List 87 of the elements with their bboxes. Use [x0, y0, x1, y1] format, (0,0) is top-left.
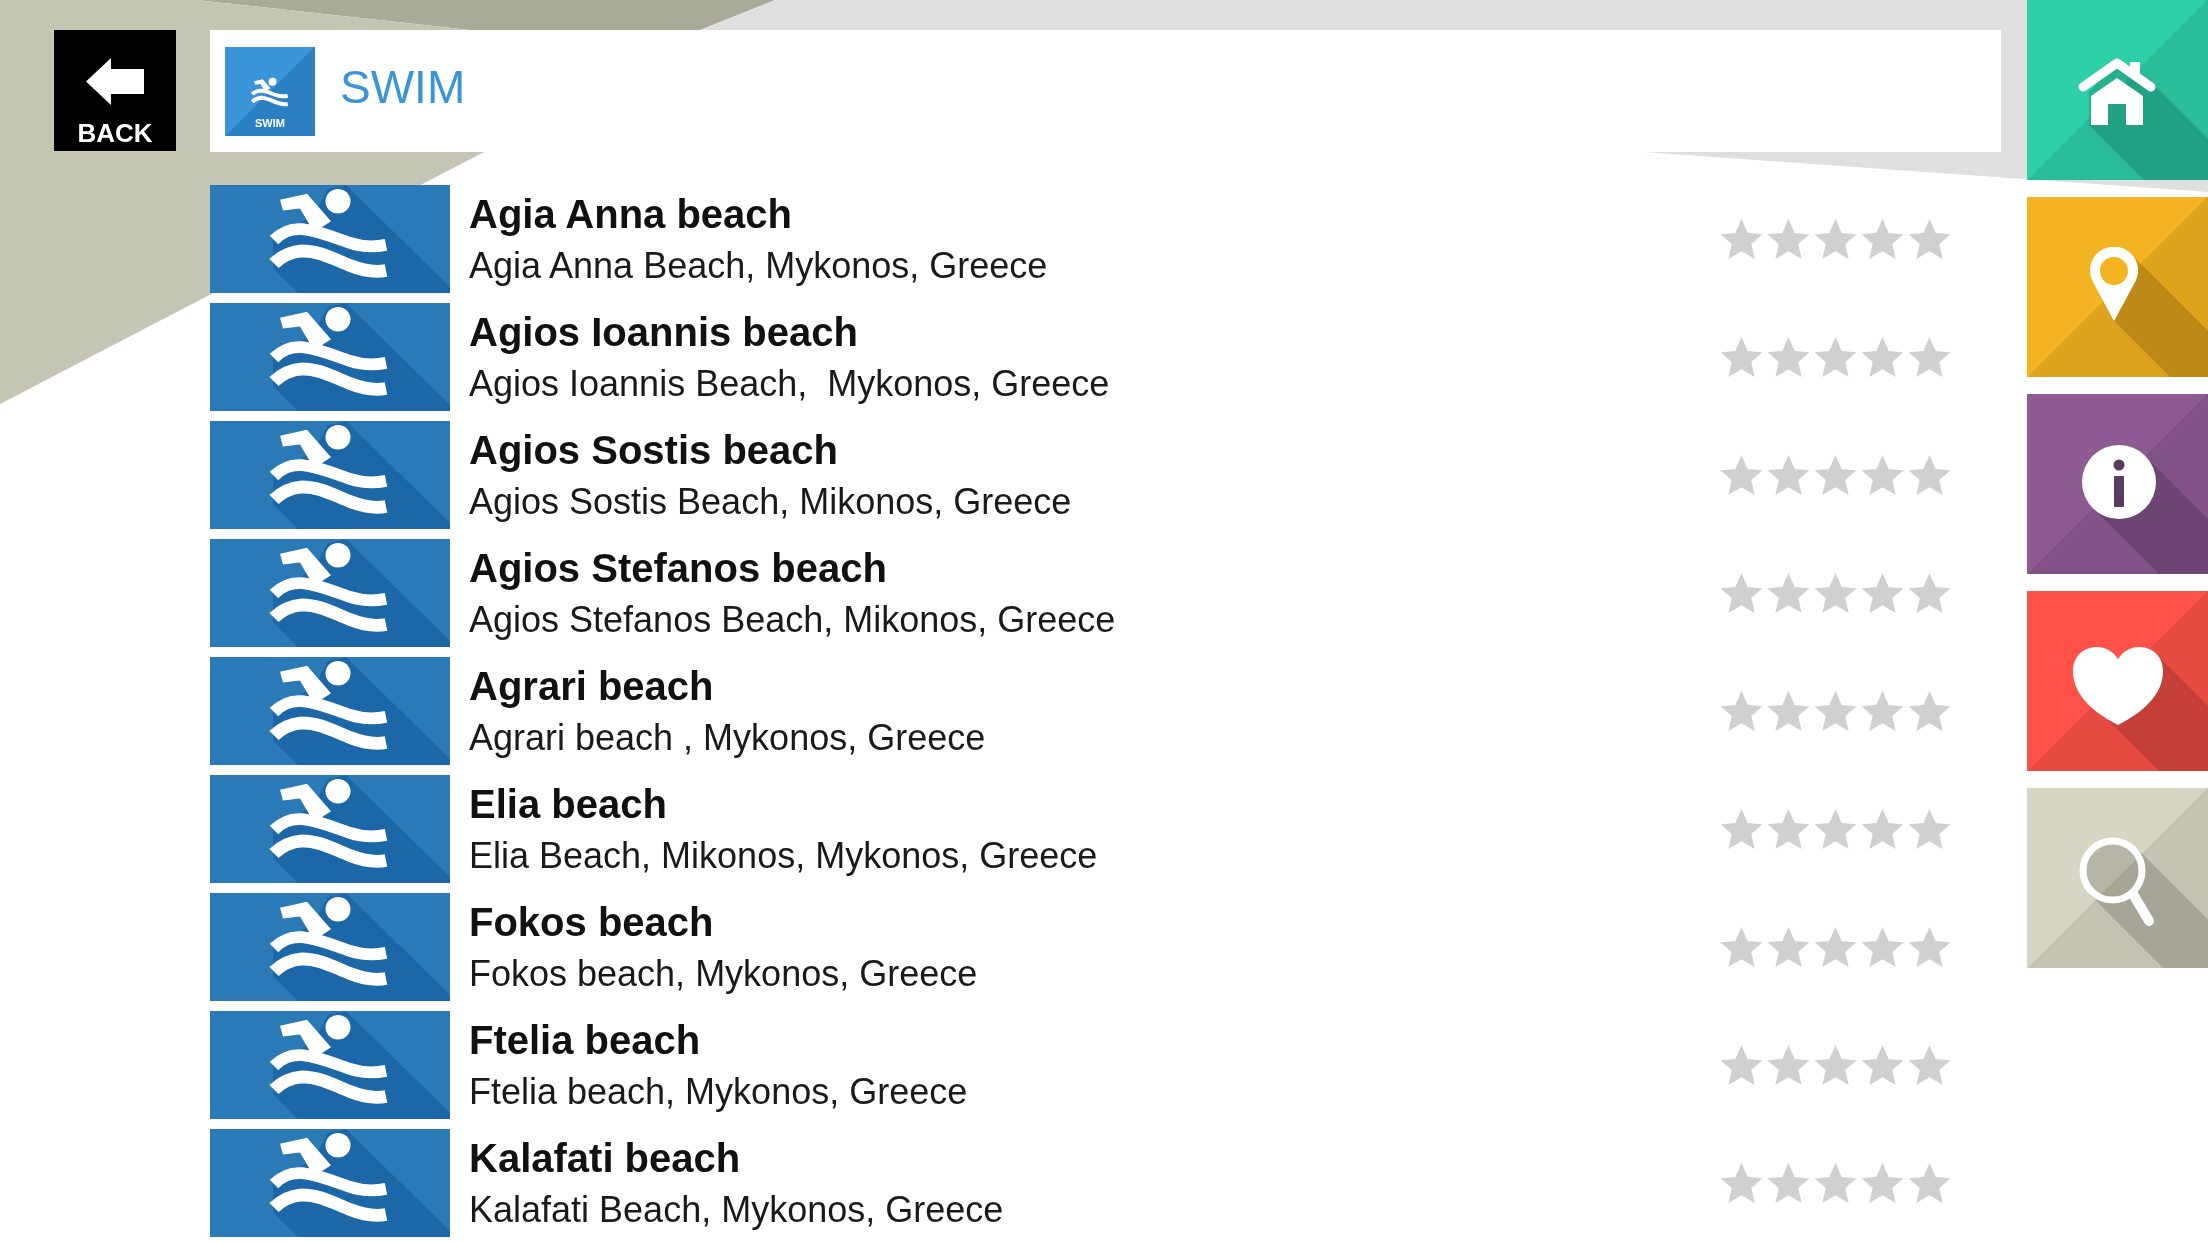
star-icon	[1815, 691, 1856, 731]
page-title: SWIM	[340, 61, 466, 113]
star-icon	[1721, 691, 1762, 731]
swimmer-icon	[210, 303, 450, 411]
search-button[interactable]	[2027, 788, 2208, 968]
star-icon	[1768, 691, 1809, 731]
star-icon	[1815, 455, 1856, 495]
place-address: Fokos beach, Mykonos, Greece	[469, 956, 978, 992]
star-icon	[1721, 927, 1762, 967]
place-name: Ftelia beach	[469, 1020, 701, 1060]
swimmer-icon	[210, 1011, 450, 1119]
place-address: Agia Anna Beach, Mykonos, Greece	[469, 248, 1048, 284]
place-name: Agios Stefanos beach	[469, 548, 887, 588]
star-icon	[1909, 219, 1950, 259]
star-icon	[1909, 573, 1950, 613]
location-button[interactable]	[2027, 197, 2208, 377]
heart-icon	[2073, 647, 2208, 771]
swimmer-icon	[210, 421, 450, 529]
star-icon	[1768, 809, 1809, 849]
star-icon	[1721, 455, 1762, 495]
star-icon	[1815, 219, 1856, 259]
star-icon	[1862, 927, 1903, 967]
house-icon	[2078, 58, 2208, 180]
place-name: Agios Ioannis beach	[469, 312, 858, 352]
favorites-button[interactable]	[2027, 591, 2208, 771]
place-address: Kalafati Beach, Mykonos, Greece	[469, 1192, 1004, 1228]
place-name: Elia beach	[469, 784, 667, 824]
swimmer-icon	[210, 1129, 450, 1237]
star-icon	[1862, 1163, 1903, 1203]
star-icon	[1768, 455, 1809, 495]
star-icon	[1815, 1045, 1856, 1085]
info-button[interactable]	[2027, 394, 2208, 574]
place-address: Agios Stefanos Beach, Mikonos, Greece	[469, 602, 1116, 638]
star-icon	[1862, 337, 1903, 377]
place-name: Fokos beach	[469, 902, 714, 942]
star-icon	[1815, 1163, 1856, 1203]
swimmer-icon	[210, 775, 450, 883]
star-icon	[1862, 573, 1903, 613]
star-icon	[1909, 1045, 1950, 1085]
star-icon	[1768, 573, 1809, 613]
swimmer-icon	[210, 893, 450, 1001]
star-icon	[1862, 691, 1903, 731]
swimmer-icon	[251, 76, 289, 107]
star-icon	[1815, 337, 1856, 377]
home-button[interactable]	[2027, 0, 2208, 180]
star-icon	[1909, 927, 1950, 967]
star-icon	[1909, 455, 1950, 495]
star-icon	[1909, 809, 1950, 849]
star-icon	[1721, 337, 1762, 377]
map-pin-icon	[2090, 247, 2208, 377]
star-icon	[1721, 1163, 1762, 1203]
star-icon	[1815, 573, 1856, 613]
back-arrow-icon	[86, 58, 144, 105]
star-icon	[1721, 809, 1762, 849]
swimmer-icon	[210, 185, 450, 293]
star-icon	[1909, 337, 1950, 377]
star-icon	[1721, 1045, 1762, 1085]
search-icon	[2079, 837, 2208, 968]
swimmer-icon	[210, 657, 450, 765]
place-name: Agrari beach	[469, 666, 714, 706]
star-icon	[1815, 809, 1856, 849]
star-icon	[1768, 1163, 1809, 1203]
star-icon	[1862, 455, 1903, 495]
info-icon	[2082, 445, 2208, 574]
star-icon	[1768, 337, 1809, 377]
place-name: Agia Anna beach	[469, 194, 793, 234]
place-address: Agrari beach , Mykonos, Greece	[469, 720, 986, 756]
star-icon	[1768, 219, 1809, 259]
star-icon	[1721, 219, 1762, 259]
star-icon	[1909, 691, 1950, 731]
place-address: Agios Sostis Beach, Mikonos, Greece	[469, 484, 1072, 520]
back-button[interactable]: BACK	[54, 30, 176, 151]
star-icon	[1768, 927, 1809, 967]
place-name: Kalafati beach	[469, 1138, 741, 1178]
tile-label: SWIM	[255, 117, 285, 129]
star-icon	[1862, 219, 1903, 259]
place-address: Elia Beach, Mikonos, Mykonos, Greece	[469, 838, 1098, 874]
star-icon	[1862, 1045, 1903, 1085]
star-icon	[1862, 809, 1903, 849]
swimmer-icon	[210, 539, 450, 647]
place-address: Agios Ioannis Beach, Mykonos, Greece	[469, 366, 1110, 402]
star-icon	[1768, 1045, 1809, 1085]
place-address: Ftelia beach, Mykonos, Greece	[469, 1074, 968, 1110]
star-icon	[1909, 1163, 1950, 1203]
place-name: Agios Sostis beach	[469, 430, 838, 470]
star-icon	[1721, 573, 1762, 613]
star-icon	[1815, 927, 1856, 967]
